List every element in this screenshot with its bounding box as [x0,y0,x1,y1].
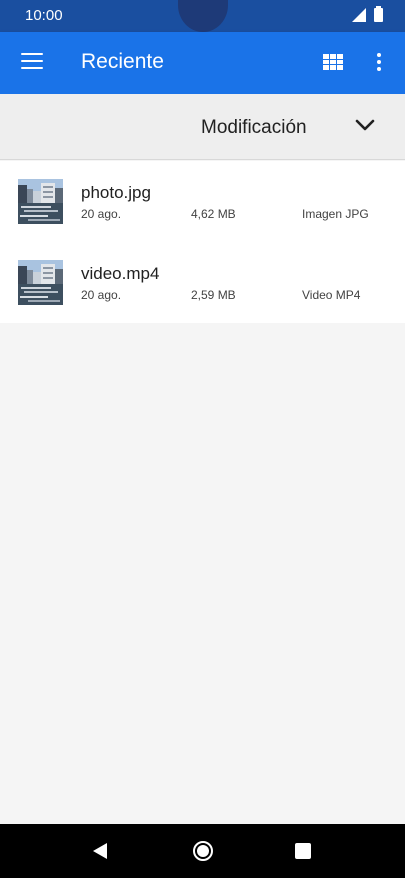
file-type: Video MP4 [302,288,361,302]
chevron-down-icon[interactable] [354,114,376,136]
screen: 10:00 Reciente Modificación photo.jpg 20… [0,0,405,878]
back-icon[interactable] [91,842,109,860]
status-icons [352,6,383,22]
camera-notch [178,0,228,32]
menu-icon[interactable] [21,53,43,71]
file-thumbnail [18,260,63,305]
app-bar: Reciente [0,32,405,94]
file-type: Imagen JPG [302,207,369,221]
file-name: photo.jpg [81,183,151,202]
file-size: 2,59 MB [191,288,236,302]
signal-icon [352,8,366,22]
page-title: Reciente [81,50,164,73]
list-item[interactable]: video.mp4 20 ago. 2,59 MB Video MP4 [0,242,405,323]
file-thumbnail [18,179,63,224]
navigation-bar [0,824,405,878]
file-name: video.mp4 [81,264,160,283]
file-size: 4,62 MB [191,207,236,221]
harbor-photo-thumbnail [18,179,63,224]
harbor-video-thumbnail [18,260,63,305]
sort-label[interactable]: Modificación [201,117,307,139]
grid-view-icon[interactable] [323,54,343,70]
status-bar: 10:00 [0,0,405,32]
recent-apps-icon[interactable] [295,843,311,859]
sort-bar: Modificación [0,94,405,160]
home-icon[interactable] [193,841,213,861]
status-time: 10:00 [25,7,63,24]
more-options-icon[interactable] [370,52,388,72]
battery-icon [374,6,383,22]
file-date: 20 ago. [81,207,122,221]
file-list: photo.jpg 20 ago. 4,62 MB Imagen JPG vid… [0,161,405,323]
list-item[interactable]: photo.jpg 20 ago. 4,62 MB Imagen JPG [0,161,405,242]
file-date: 20 ago. [81,288,122,302]
